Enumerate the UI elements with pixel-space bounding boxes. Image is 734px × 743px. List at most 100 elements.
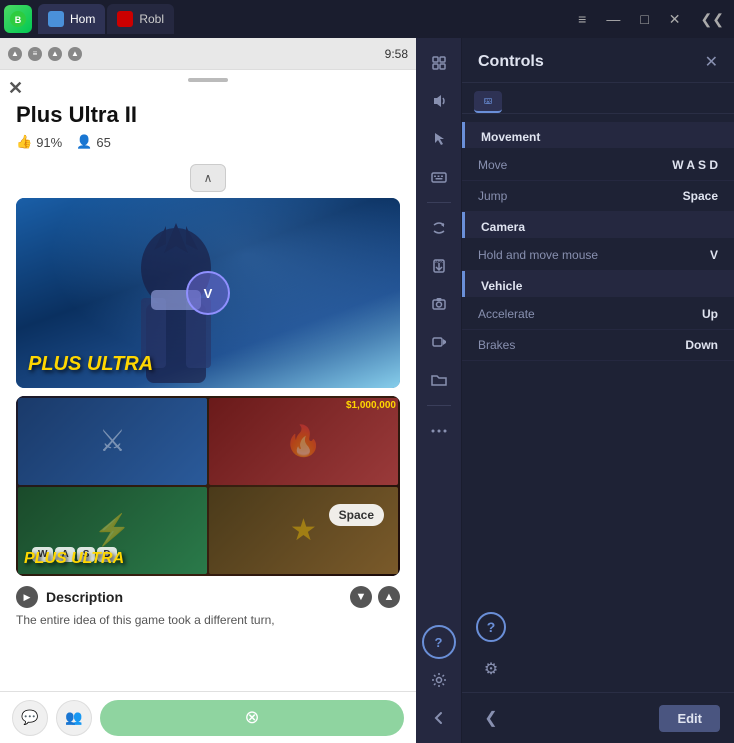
- toolbar-settings-button[interactable]: [422, 663, 456, 697]
- play-button[interactable]: ⊗: [100, 700, 404, 736]
- minimize-button[interactable]: —: [600, 9, 626, 29]
- svg-text:B: B: [15, 15, 22, 25]
- game-stats: 👍 91% 👤 65: [16, 134, 400, 150]
- control-row-accelerate: Accelerate Up: [462, 299, 734, 330]
- toolbar-rotate-button[interactable]: [422, 211, 456, 245]
- description-header: ▶ Description ▼ ▲: [16, 586, 400, 608]
- game-page: ✕ Plus Ultra II 👍 91% 👤 65 ∧: [0, 70, 416, 691]
- move-key: W A S D: [672, 158, 718, 172]
- page-close-button[interactable]: ✕: [8, 78, 23, 99]
- controls-gear-area: ⚙: [462, 650, 734, 692]
- toolbar-volume-button[interactable]: [422, 84, 456, 118]
- svg-text:APK: APK: [435, 259, 443, 264]
- game-title-section: Plus Ultra II 👍 91% 👤 65: [0, 70, 416, 158]
- toolbar-back-button[interactable]: [422, 701, 456, 735]
- tab-bar: B Hom Robl ≡ — □ ✕ ❮❮: [0, 0, 734, 38]
- controls-empty-space: [462, 367, 734, 604]
- status-icons: ▲ ≡ ▲ ▲: [8, 47, 82, 61]
- main-thumbnail: V PLUS ULTRA: [16, 198, 400, 388]
- description-section: ▶ Description ▼ ▲ The entire idea of thi…: [0, 576, 416, 639]
- camera-key: V: [710, 248, 718, 262]
- likes-icon: 👍: [16, 134, 32, 150]
- scroll-down-button[interactable]: ▼: [350, 586, 372, 608]
- tab-keyboard-controls[interactable]: [474, 91, 502, 113]
- toolbar-more-button[interactable]: [422, 414, 456, 448]
- controls-header: Controls ✕: [462, 38, 734, 83]
- chevron-up-button[interactable]: ∧: [190, 164, 226, 192]
- space-badge: Space: [329, 504, 384, 526]
- left-panel: ▲ ≡ ▲ ▲ 9:58 ✕ Plus Ultra II 👍 91% 👤: [0, 38, 416, 743]
- brakes-key: Down: [685, 338, 718, 352]
- controls-title: Controls: [478, 53, 544, 71]
- description-title: Description: [46, 589, 123, 605]
- controls-footer: ❮ Edit: [462, 692, 734, 743]
- scroll-indicator: [188, 78, 228, 82]
- toolbar-record-button[interactable]: [422, 325, 456, 359]
- bottom-action-bar: 💬 👥 ⊗: [0, 691, 416, 743]
- players-stat: 👤 65: [76, 134, 111, 150]
- back-nav-button[interactable]: ❮❮: [695, 9, 730, 30]
- tab-roblox-label: Robl: [139, 12, 164, 26]
- gear-button[interactable]: ⚙: [476, 654, 506, 684]
- toolbar-screenshot-button[interactable]: [422, 287, 456, 321]
- people-button[interactable]: 👥: [56, 700, 92, 736]
- controls-close-button[interactable]: ✕: [705, 52, 718, 72]
- accelerate-key: Up: [702, 307, 718, 321]
- toolbar-separator-1: [427, 202, 451, 203]
- toolbar-folder-button[interactable]: [422, 363, 456, 397]
- toolbar-help-button[interactable]: ?: [422, 625, 456, 659]
- toolbar-apk-button[interactable]: APK: [422, 249, 456, 283]
- jump-label: Jump: [478, 189, 507, 203]
- help-button[interactable]: ?: [476, 612, 506, 642]
- main-thumbnail-text: PLUS ULTRA: [28, 353, 153, 376]
- chat-button[interactable]: 💬: [12, 700, 48, 736]
- section-header-movement: Movement: [462, 122, 734, 148]
- toolbar-expand-button[interactable]: [422, 46, 456, 80]
- toolbar-keyboard-button[interactable]: [422, 160, 456, 194]
- scroll-up-button[interactable]: ▲: [378, 586, 400, 608]
- tab-roblox[interactable]: Robl: [107, 4, 174, 34]
- time-display: 9:58: [385, 47, 408, 61]
- secondary-thumbnail-text: PLUS ULTRA: [24, 550, 124, 568]
- window-controls: ≡ — □ ✕ ❮❮: [572, 9, 730, 30]
- close-window-button[interactable]: ✕: [663, 9, 687, 30]
- control-row-brakes: Brakes Down: [462, 330, 734, 361]
- controls-back-button[interactable]: ❮: [476, 703, 506, 733]
- tab-home-label: Hom: [70, 12, 95, 26]
- controls-content: Movement Move W A S D Jump Space Camera …: [462, 114, 734, 367]
- app-logo: B: [4, 5, 32, 33]
- likes-value: 91%: [36, 135, 62, 150]
- move-label: Move: [478, 158, 507, 172]
- secondary-thumbnail: ⚔ 🔥 $1,000,000 ⚡ ★ Space W A: [16, 396, 400, 576]
- toolbar-cursor-button[interactable]: [422, 122, 456, 156]
- control-row-jump: Jump Space: [462, 181, 734, 212]
- roblox-tab-icon: [117, 11, 133, 27]
- status-icon-1: ▲: [8, 47, 22, 61]
- home-tab-icon: [48, 11, 64, 27]
- controls-panel: Controls ✕ Movement Move: [462, 38, 734, 743]
- toolbar-separator-2: [427, 405, 451, 406]
- character-badge: V: [186, 271, 230, 315]
- camera-label: Hold and move mouse: [478, 248, 598, 262]
- edit-button[interactable]: Edit: [659, 705, 720, 732]
- status-icon-2: ≡: [28, 47, 42, 61]
- description-text: The entire idea of this game took a diff…: [16, 612, 400, 629]
- status-icon-3: ▲: [48, 47, 62, 61]
- right-toolbar: APK: [416, 38, 462, 743]
- jump-key: Space: [683, 189, 718, 203]
- menu-button[interactable]: ≡: [572, 9, 592, 29]
- control-row-camera: Hold and move mouse V: [462, 240, 734, 271]
- chevron-up-container: ∧: [0, 164, 416, 192]
- play-icon[interactable]: ▶: [16, 586, 38, 608]
- tab-home[interactable]: Hom: [38, 4, 105, 34]
- controls-help-area: ?: [462, 604, 734, 650]
- likes-stat: 👍 91%: [16, 134, 62, 150]
- players-icon: 👤: [76, 134, 92, 150]
- maximize-button[interactable]: □: [634, 9, 654, 29]
- controls-tabs: [462, 83, 734, 114]
- brakes-label: Brakes: [478, 338, 515, 352]
- status-icon-4: ▲: [68, 47, 82, 61]
- game-title: Plus Ultra II: [16, 102, 400, 128]
- section-header-vehicle: Vehicle: [462, 271, 734, 297]
- players-value: 65: [96, 135, 110, 150]
